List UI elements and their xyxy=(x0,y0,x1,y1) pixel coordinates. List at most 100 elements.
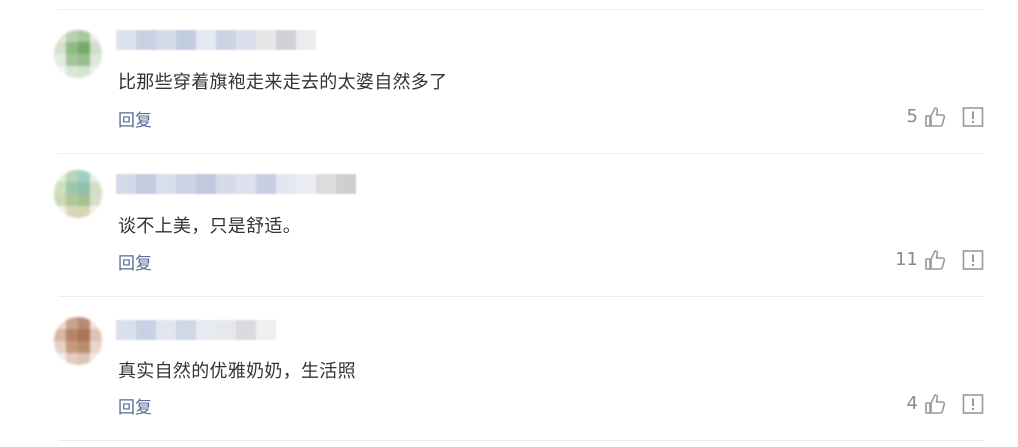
username-pixel xyxy=(216,174,236,194)
avatar-pixel xyxy=(66,182,78,194)
avatar-pixel xyxy=(66,341,78,353)
avatar-pixel xyxy=(66,206,78,218)
comment-item: 真实自然的优雅奶奶，生活照 回复 4 xyxy=(0,297,1018,440)
username-pixel xyxy=(196,320,216,340)
reply-button[interactable]: 回复 xyxy=(118,106,152,131)
avatar-pixel xyxy=(78,66,90,78)
avatar-pixel xyxy=(66,54,78,66)
username-pixel xyxy=(216,320,236,340)
thumbs-up-icon[interactable] xyxy=(924,106,946,128)
username-pixel xyxy=(256,174,276,194)
reply-button[interactable]: 回复 xyxy=(118,249,152,274)
avatar-pixel xyxy=(78,182,90,194)
avatar-pixel xyxy=(54,30,66,42)
avatar-pixel xyxy=(78,317,90,329)
avatar-pixel xyxy=(54,206,66,218)
username-pixel xyxy=(236,320,256,340)
username-pixel xyxy=(176,30,196,50)
comment-item: 谈不上美，只是舒适。 回复 11 xyxy=(0,154,1018,297)
username-pixel xyxy=(116,320,136,340)
username-pixel xyxy=(116,174,136,194)
username-pixel xyxy=(216,30,236,50)
username-pixel xyxy=(176,320,196,340)
avatar-pixel xyxy=(66,329,78,341)
avatar-pixel xyxy=(90,182,102,194)
avatar-pixel xyxy=(66,194,78,206)
avatar-pixel xyxy=(66,353,78,365)
avatar-pixel xyxy=(78,54,90,66)
avatar-pixel xyxy=(90,317,102,329)
avatar-pixel xyxy=(78,353,90,365)
avatar-pixel xyxy=(90,42,102,54)
thumbs-up-icon[interactable] xyxy=(924,393,946,415)
username-pixel xyxy=(276,174,296,194)
avatar-pixel xyxy=(66,30,78,42)
username-pixel xyxy=(296,174,316,194)
comment-text: 谈不上美，只是舒适。 xyxy=(118,216,301,237)
avatar-pixel xyxy=(66,42,78,54)
avatar-pixel xyxy=(78,170,90,182)
report-icon[interactable] xyxy=(962,393,984,415)
username-pixel xyxy=(236,174,256,194)
reply-button[interactable]: 回复 xyxy=(118,393,152,418)
avatar-pixel xyxy=(54,317,66,329)
comment-text: 真实自然的优雅奶奶，生活照 xyxy=(118,361,356,382)
thumbs-up-icon[interactable] xyxy=(924,249,946,271)
avatar-pixel xyxy=(90,329,102,341)
avatar-pixel xyxy=(78,341,90,353)
avatar-pixel xyxy=(66,317,78,329)
username-pixel xyxy=(316,174,336,194)
avatar[interactable] xyxy=(54,170,102,218)
avatar-pixel xyxy=(90,30,102,42)
avatar-pixel xyxy=(78,42,90,54)
avatar-pixel xyxy=(54,341,66,353)
avatar-pixel xyxy=(90,353,102,365)
username-pixel xyxy=(276,30,296,50)
username-pixel xyxy=(156,320,176,340)
username-pixel xyxy=(136,174,156,194)
like-count: 4 xyxy=(906,393,918,414)
username-pixel xyxy=(256,320,276,340)
avatar-pixel xyxy=(90,66,102,78)
avatar-pixel xyxy=(54,54,66,66)
divider xyxy=(58,440,984,441)
avatar-pixel xyxy=(54,353,66,365)
username-pixel xyxy=(176,174,196,194)
avatar-pixel xyxy=(90,206,102,218)
avatar[interactable] xyxy=(54,317,102,365)
like-count: 5 xyxy=(906,106,918,127)
like-count: 11 xyxy=(895,249,918,270)
report-icon[interactable] xyxy=(962,106,984,128)
username-pixel xyxy=(236,30,256,50)
avatar-pixel xyxy=(78,206,90,218)
avatar-pixel xyxy=(54,194,66,206)
comment-text: 比那些穿着旗袍走来走去的太婆自然多了 xyxy=(118,72,448,93)
report-icon[interactable] xyxy=(962,249,984,271)
comment-item: 比那些穿着旗袍走来走去的太婆自然多了 回复 5 xyxy=(0,10,1018,153)
avatar-pixel xyxy=(66,66,78,78)
avatar-pixel xyxy=(54,182,66,194)
username-pixel xyxy=(156,174,176,194)
username-pixel xyxy=(336,174,356,194)
username[interactable] xyxy=(116,174,356,194)
avatar[interactable] xyxy=(54,30,102,78)
username-pixel xyxy=(136,30,156,50)
username[interactable] xyxy=(116,30,316,50)
avatar-pixel xyxy=(54,42,66,54)
username-pixel xyxy=(136,320,156,340)
avatar-pixel xyxy=(66,170,78,182)
avatar-pixel xyxy=(54,170,66,182)
avatar-pixel xyxy=(78,329,90,341)
username-pixel xyxy=(196,174,216,194)
username[interactable] xyxy=(116,320,276,340)
avatar-pixel xyxy=(90,170,102,182)
avatar-pixel xyxy=(90,194,102,206)
avatar-pixel xyxy=(78,30,90,42)
avatar-pixel xyxy=(78,194,90,206)
avatar-pixel xyxy=(90,54,102,66)
username-pixel xyxy=(296,30,316,50)
username-pixel xyxy=(256,30,276,50)
username-pixel xyxy=(116,30,136,50)
avatar-pixel xyxy=(90,341,102,353)
avatar-pixel xyxy=(54,329,66,341)
